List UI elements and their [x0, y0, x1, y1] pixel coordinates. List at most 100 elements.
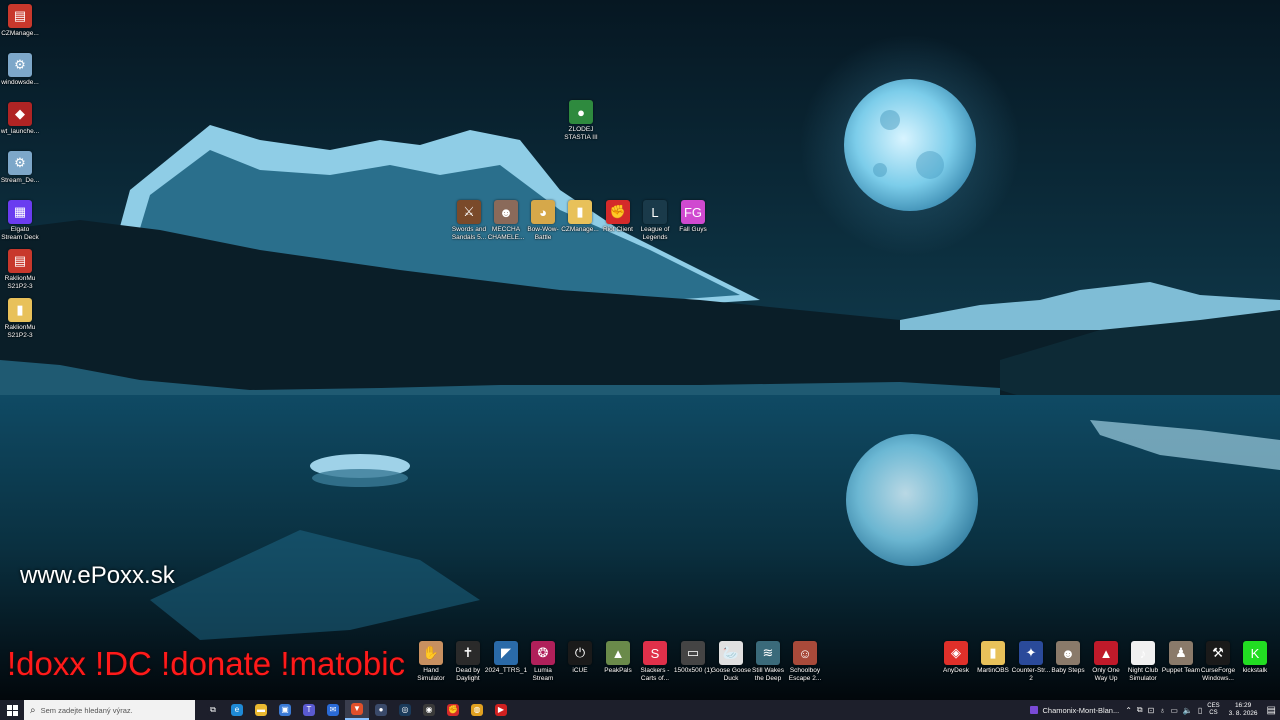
desktop-shortcut[interactable]: ▦ Elgato Stream Deck — [0, 200, 43, 241]
slackers-carts-icon: S — [643, 641, 667, 665]
curseforge-icon: ⚒ — [1206, 641, 1230, 665]
taskbar-app-button[interactable]: ⧉ — [201, 700, 225, 720]
night-club-simulator-icon: ♪ — [1131, 641, 1155, 665]
clock[interactable]: 16:29 3. 8. 2026 — [1225, 702, 1262, 718]
anydesk-icon: ◈ — [944, 641, 968, 665]
fall-guys-icon: FG — [681, 200, 705, 224]
notifications-icon[interactable]: ▤ — [1267, 705, 1276, 716]
desktop-shortcut-label: kickstalk — [1242, 667, 1268, 674]
desktop-shortcut[interactable]: ▮ RaklionMu S21P2-3 — [0, 298, 43, 339]
wallpaper-night-lake — [0, 0, 1280, 700]
stream-overlay-commands-text: !doxx !DC !donate !matobic — [7, 645, 406, 682]
desktop[interactable]: ▤ CZManage... ⚙ windowsde... ◆ wt_launche... ⚙… — [0, 0, 1280, 700]
volume-icon[interactable]: 🔈 — [1183, 706, 1193, 715]
riot-client-icon: ✊ — [606, 200, 630, 224]
stream-overlay-site-text: www.ePoxx.sk — [20, 562, 175, 589]
taskbar-app-button[interactable]: ▬ — [249, 700, 273, 720]
counter-strike-icon: ✦ — [1019, 641, 1043, 665]
desktop-shortcut-label: wt_launche... — [0, 128, 40, 135]
battery-icon[interactable]: ▯ — [1198, 706, 1202, 715]
microphone-icon[interactable]: ♁ — [1159, 706, 1165, 715]
taskbar-app-button[interactable]: ● — [369, 700, 393, 720]
ttrs-icon: ◤ — [494, 641, 518, 665]
media-title-text: Chamonix-Mont-Blan... — [1042, 705, 1120, 715]
only-one-way-up-icon: ▲ — [1094, 641, 1118, 665]
baby-steps-icon: ☻ — [1056, 641, 1080, 665]
elgato-stream-deck-icon: ▦ — [8, 200, 32, 224]
taskbar-search-box[interactable]: ⌕ Sem zadejte hledaný výraz. — [24, 700, 195, 720]
taskbar-app-button[interactable]: ▣ — [273, 700, 297, 720]
desktop-shortcut[interactable]: ◆ wt_launche... — [0, 102, 43, 136]
desktop-shortcut[interactable]: ⚙ Stream_De... — [0, 151, 43, 185]
clock-time: 16:29 — [1234, 702, 1252, 709]
czmanager-folder-icon: ▮ — [568, 200, 592, 224]
league-of-legends-icon: L — [643, 200, 667, 224]
start-button[interactable] — [0, 700, 24, 720]
zlodej-stastia-icon: ● — [569, 100, 593, 124]
desktop-shortcut-label: Elgato Stream Deck — [1, 226, 39, 241]
media-app-icon — [1029, 706, 1038, 714]
taskbar-app-button[interactable]: ◎ — [393, 700, 417, 720]
peakpals-icon: ▲ — [606, 641, 630, 665]
raklionmu-archive-icon: ▤ — [8, 249, 32, 273]
language-indicator[interactable]: CES CS — [1207, 703, 1219, 717]
stream-deck-setup-icon: ⚙ — [8, 151, 32, 175]
brave-icon: ▼ — [351, 703, 363, 715]
lumia-stream-icon: ❂ — [531, 641, 555, 665]
language-code: CES — [1207, 703, 1220, 709]
goose-goose-duck-icon: 🦢 — [719, 641, 743, 665]
steam-icon: ◎ — [399, 704, 411, 716]
windows-logo-icon — [6, 704, 18, 716]
desktop-shortcut[interactable]: Kkickstalk — [1232, 641, 1278, 675]
desktop-shortcut-label: Stream_De... — [0, 177, 40, 184]
kick-studio-icon: K — [1243, 641, 1267, 665]
clock-date: 3. 8. 2026 — [1228, 710, 1258, 717]
taskbar-app-button[interactable]: ✊ — [441, 700, 465, 720]
schoolboy-escape-icon: ☺ — [793, 641, 817, 665]
network-icon[interactable]: ▭ — [1170, 706, 1178, 715]
media-player-title[interactable]: Chamonix-Mont-Blan... — [1024, 700, 1126, 720]
icue-icon: ⏻ — [568, 641, 592, 665]
tray-app-icon[interactable]: ⧉ — [1137, 705, 1143, 715]
bowwow-battle-icon: ◕ — [531, 200, 555, 224]
taskbar-app-button[interactable]: e — [225, 700, 249, 720]
czmanager-archive-icon: ▤ — [8, 4, 32, 28]
task-view-icon: ⧉ — [207, 704, 219, 716]
taskbar-app-button[interactable]: T — [297, 700, 321, 720]
desktop-shortcut-label: ZLODEJ STASTIA III — [564, 126, 598, 141]
puppet-team-icon: ♟ — [1169, 641, 1193, 665]
store-icon: ▣ — [279, 704, 291, 716]
desktop-shortcut-label: Schoolboy Escape 2... — [788, 667, 822, 682]
desktop-shortcut[interactable]: ☺ Schoolboy Escape 2... — [782, 641, 828, 682]
search-placeholder: Sem zadejte hledaný výraz. — [40, 705, 133, 715]
desktop-shortcut-label: CZManage... — [1, 30, 39, 37]
desktop-shortcut[interactable]: ▤ RaklionMu S21P2-3 — [0, 249, 43, 290]
desktop-shortcut[interactable]: ⚙ windowsde... — [0, 53, 43, 87]
taskbar: ⌕ Sem zadejte hledaný výraz. ⧉ e ▬ ▣ T ✉ ▼ ● ◎ ◉ ✊… — [0, 700, 1280, 720]
taskbar-app-button[interactable]: ◉ — [417, 700, 441, 720]
still-wakes-the-deep-icon: ≋ — [756, 641, 780, 665]
chevron-up-icon[interactable]: ⌃ — [1125, 706, 1132, 715]
taskbar-app-button[interactable]: ▼ — [345, 700, 369, 720]
desktop-shortcut-label: Fall Guys — [679, 226, 707, 233]
tray-network-icon[interactable]: ⊡ — [1148, 706, 1155, 715]
raklionmu-folder-icon: ▮ — [8, 298, 32, 322]
taskbar-app-button[interactable]: ◍ — [465, 700, 489, 720]
desktop-shortcut[interactable]: FG Fall Guys — [670, 200, 716, 234]
taskbar-app-button[interactable]: ▶ — [489, 700, 513, 720]
desktop-shortcut[interactable]: ● ZLODEJ STASTIA III — [558, 100, 604, 141]
taskbar-app-button[interactable]: ✉ — [321, 700, 345, 720]
desktop-shortcut-label: RaklionMu S21P2-3 — [4, 275, 36, 290]
desktop-shortcut[interactable]: ▤ CZManage... — [0, 4, 43, 38]
martinobs-folder-icon: ▮ — [981, 641, 1005, 665]
youtube-icon: ▶ — [495, 704, 507, 716]
keyboard-layout: CS — [1209, 710, 1218, 716]
mail-icon: ✉ — [327, 704, 339, 716]
wt-launcher-icon: ◆ — [8, 102, 32, 126]
file-explorer-icon: ▬ — [255, 704, 267, 716]
app-circle-icon: ● — [375, 704, 387, 716]
teams-icon: T — [303, 704, 315, 716]
windowsde-installer-icon: ⚙ — [8, 53, 32, 77]
meccha-chameleon-icon: ☻ — [494, 200, 518, 224]
riot-taskbar-icon: ✊ — [447, 704, 459, 716]
